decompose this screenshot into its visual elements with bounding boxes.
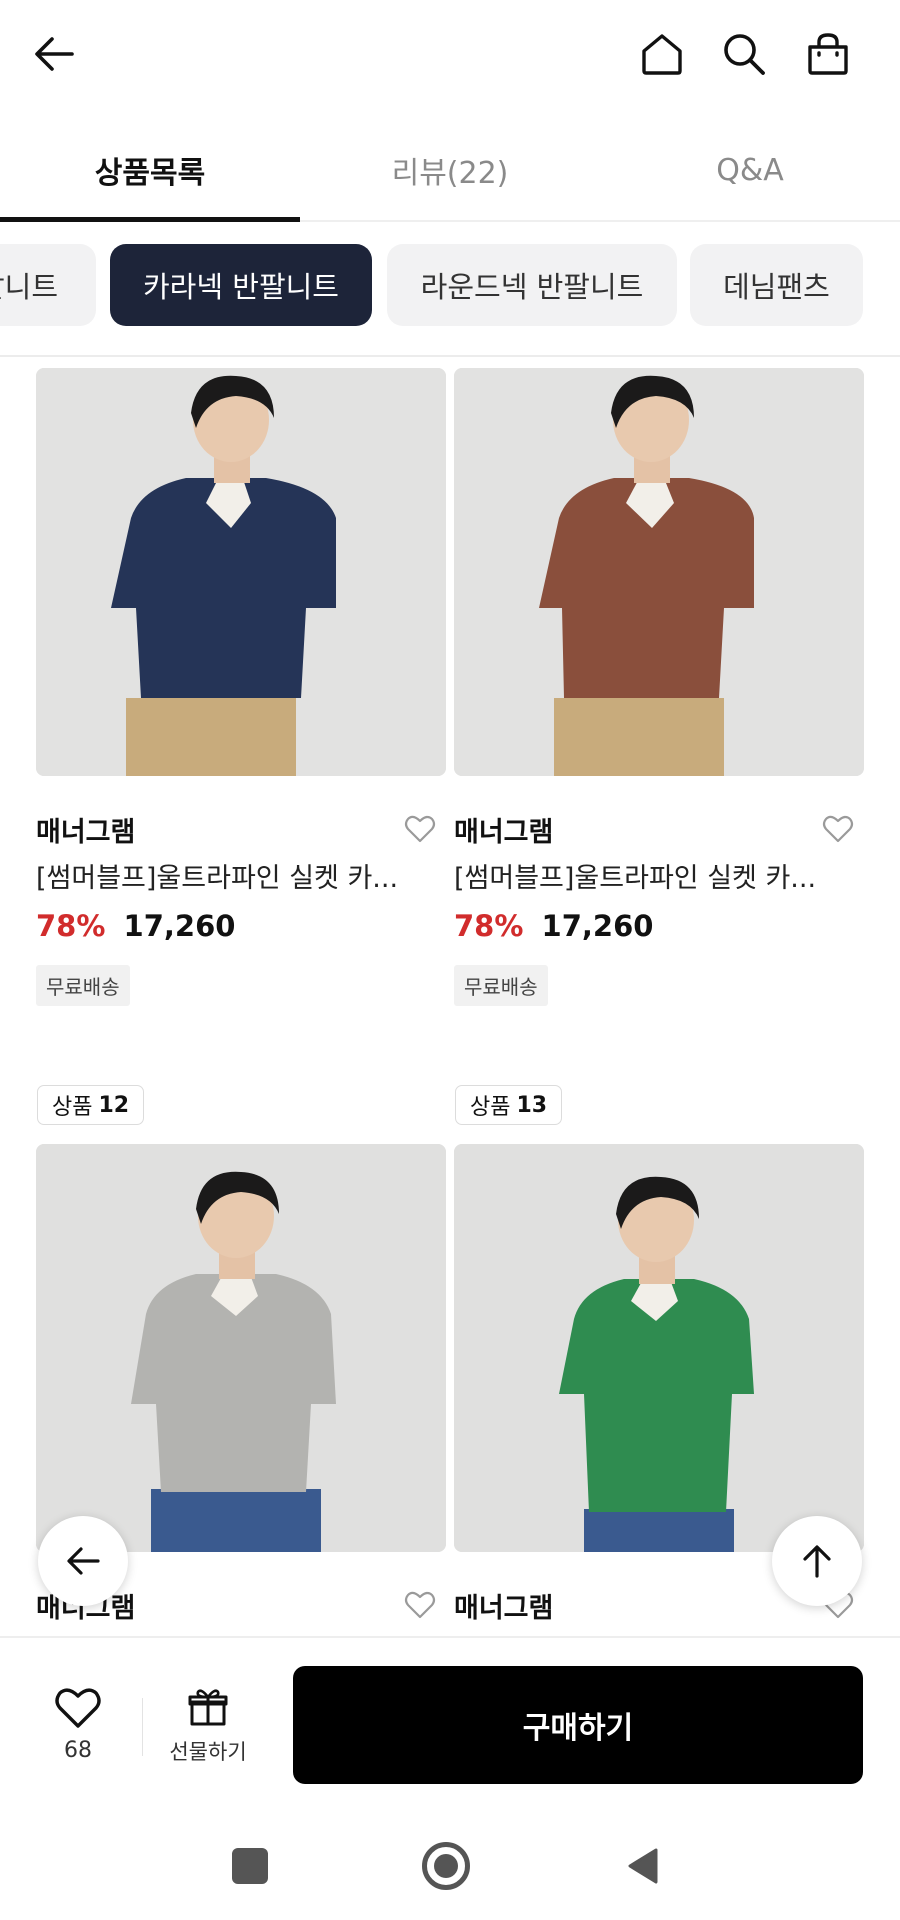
divider xyxy=(142,1698,143,1756)
like-count: 68 xyxy=(64,1738,92,1763)
scroll-to-top-button[interactable] xyxy=(772,1516,862,1606)
heart-icon[interactable] xyxy=(404,814,436,844)
brand-name: 매너그램 xyxy=(36,816,136,848)
tab-product-list[interactable]: 상품목록 xyxy=(0,120,300,222)
heart-icon[interactable] xyxy=(404,1590,436,1620)
price-row: 78% 17,260 xyxy=(36,909,446,943)
shopping-bag-icon xyxy=(808,33,848,75)
tab-bar: 상품목록 리뷰(22) Q&A xyxy=(0,120,900,222)
heart-icon xyxy=(55,1688,101,1728)
model-photo xyxy=(36,1144,446,1552)
chip-knit[interactable]: 팔니트 xyxy=(0,244,96,326)
free-shipping-badge: 무료배송 xyxy=(36,965,130,1006)
product-image[interactable] xyxy=(454,1144,864,1552)
price: 17,260 xyxy=(123,909,236,943)
price: 17,260 xyxy=(541,909,654,943)
system-back-icon[interactable] xyxy=(624,1846,664,1886)
brand-name: 매너그램 xyxy=(454,1592,554,1624)
model-photo xyxy=(454,368,864,776)
tab-qna[interactable]: Q&A xyxy=(600,120,900,220)
system-home-icon[interactable] xyxy=(422,1842,470,1890)
gift-button[interactable]: 선물하기 xyxy=(160,1686,256,1786)
label-prefix: 상품 xyxy=(470,1095,511,1120)
chip-collar-knit[interactable]: 카라넥 반팔니트 xyxy=(110,244,372,326)
like-button[interactable]: 68 xyxy=(40,1686,116,1786)
system-navigation-bar xyxy=(0,1816,900,1920)
model-photo xyxy=(454,1144,864,1552)
tab-reviews[interactable]: 리뷰(22) xyxy=(300,120,600,220)
discount-rate: 78% xyxy=(36,909,106,943)
label-number: 13 xyxy=(516,1092,548,1118)
home-button[interactable] xyxy=(632,24,692,84)
search-button[interactable] xyxy=(714,24,774,84)
price-row: 78% 17,260 xyxy=(454,909,864,943)
bottom-action-bar: 68 선물하기 구매하기 xyxy=(0,1636,900,1816)
product-name: [썸머블프]울트라파인 실켓 카... xyxy=(36,863,399,894)
brand-row: 매너그램 xyxy=(36,804,446,854)
product-card[interactable]: 매너그램 [썸머블프]울트라파인 실켓 카... 78% 17,260 무료배송 xyxy=(36,368,446,1006)
gift-icon xyxy=(188,1689,228,1726)
brand-row: 매너그램 xyxy=(454,804,864,854)
top-bar xyxy=(0,0,900,110)
left-arrow-icon xyxy=(67,1547,100,1575)
product-image[interactable] xyxy=(36,368,446,776)
buy-button[interactable]: 구매하기 xyxy=(293,1666,863,1784)
model-photo xyxy=(36,368,446,776)
product-image[interactable] xyxy=(36,1144,446,1552)
chip-denim-pants[interactable]: 데님팬츠 xyxy=(690,244,863,326)
heart-icon[interactable] xyxy=(822,814,854,844)
product-name: [썸머블프]울트라파인 실켓 카... xyxy=(454,863,817,894)
back-arrow-icon xyxy=(35,37,74,71)
brand-name: 매너그램 xyxy=(454,816,554,848)
search-icon xyxy=(724,34,765,75)
scroll-back-button[interactable] xyxy=(38,1516,128,1606)
recent-apps-icon[interactable] xyxy=(232,1848,268,1884)
product-card[interactable]: 매너그램 [썸머블프]울트라파인 실켓 카... 78% 17,260 무료배송 xyxy=(454,368,864,1006)
category-chips: 팔니트 카라넥 반팔니트 라운드넥 반팔니트 데님팬츠 xyxy=(0,244,900,328)
divider xyxy=(0,355,900,357)
back-button[interactable] xyxy=(24,26,84,82)
cart-button[interactable] xyxy=(798,24,858,84)
chip-roundneck-knit[interactable]: 라운드넥 반팔니트 xyxy=(387,244,677,326)
gift-label: 선물하기 xyxy=(169,1740,247,1764)
product-index-label: 상품 12 xyxy=(37,1085,145,1125)
label-prefix: 상품 xyxy=(52,1095,93,1120)
home-icon xyxy=(642,34,682,75)
free-shipping-badge: 무료배송 xyxy=(454,965,548,1006)
discount-rate: 78% xyxy=(454,909,524,943)
product-image[interactable] xyxy=(454,368,864,776)
up-arrow-icon xyxy=(803,1545,831,1578)
product-index-label: 상품 13 xyxy=(455,1085,563,1125)
label-number: 12 xyxy=(98,1092,130,1118)
